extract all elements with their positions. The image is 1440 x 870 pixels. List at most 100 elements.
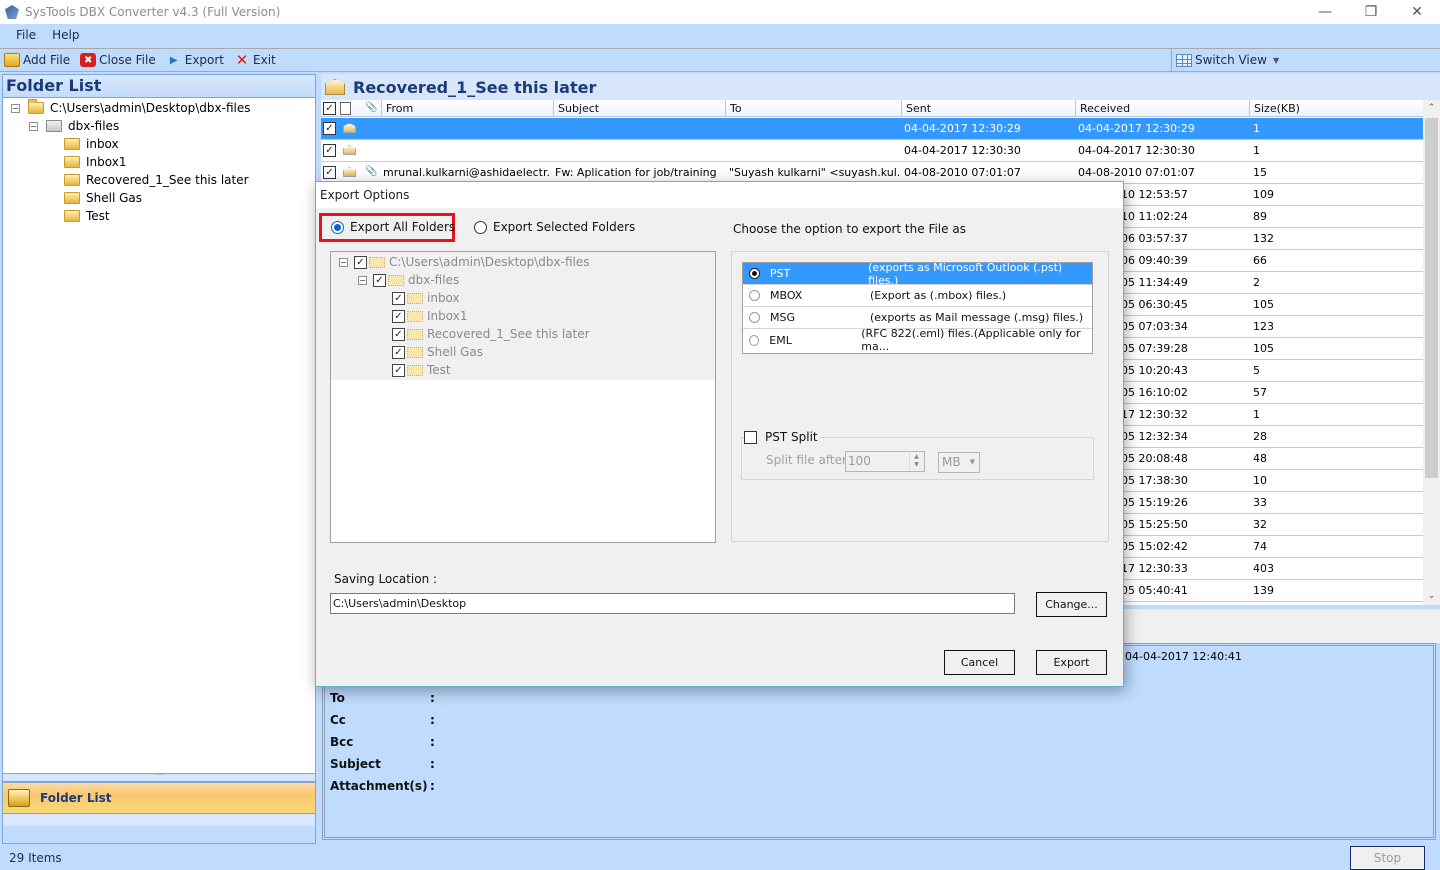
switch-view-button[interactable]: Switch View ▼	[1171, 49, 1279, 71]
cell-size: 139	[1253, 584, 1274, 597]
add-file-button[interactable]: Add File	[4, 53, 70, 67]
checkbox-checked[interactable]: ✓	[373, 273, 386, 287]
radio-selected-icon	[749, 268, 760, 279]
menu-file[interactable]: File	[16, 28, 36, 42]
stepper-arrows-icon[interactable]: ▲ ▼	[909, 453, 923, 470]
left-panel: Folder List − C:\Users\admin\Desktop\dbx…	[0, 74, 316, 844]
cancel-button[interactable]: Cancel	[944, 650, 1015, 675]
column-subject[interactable]: Subject	[553, 100, 725, 117]
folder-icon	[64, 138, 80, 150]
tree-node-label: Inbox1	[427, 309, 468, 323]
grid-header: ✓ 📎 From Subject To Sent Received Size(K…	[321, 100, 1423, 117]
export-tree-node-shell-gas[interactable]: ✓ Shell Gas	[392, 343, 483, 361]
select-all-checkbox[interactable]: ✓	[323, 102, 336, 115]
scroll-up-icon[interactable]: ⌃	[1423, 100, 1440, 117]
tree-node-inbox[interactable]: inbox	[64, 135, 119, 153]
export-selected-folders-radio[interactable]: Export Selected Folders	[474, 220, 635, 234]
format-option-mbox[interactable]: MBOX (Export as (.mbox) files.)	[743, 285, 1092, 307]
row-checkbox[interactable]: ✓	[323, 144, 336, 157]
checkbox-checked[interactable]: ✓	[392, 345, 405, 359]
collapse-icon[interactable]: −	[358, 275, 367, 285]
scrollbar-thumb[interactable]	[1425, 118, 1438, 478]
close-icon[interactable]: ✕	[1394, 0, 1440, 24]
change-location-button[interactable]: Change...	[1036, 592, 1107, 617]
folder-list-header: Folder List	[2, 74, 316, 98]
checkbox-checked[interactable]: ✓	[392, 291, 405, 305]
row-checkbox[interactable]: ✓	[323, 122, 336, 135]
cell-subject	[555, 118, 723, 139]
column-size[interactable]: Size(KB)	[1249, 100, 1423, 117]
panel-splitter[interactable]: ······	[2, 773, 316, 782]
checkbox-checked[interactable]: ✓	[354, 255, 367, 269]
preview-field-subject: Subject:	[330, 757, 435, 771]
close-file-button[interactable]: ✖ Close File	[80, 53, 156, 67]
mail-row[interactable]: ✓ 04-04-2017 12:30:30 04-04-2017 12:30:30 1	[321, 140, 1423, 162]
tree-node-dbx-files[interactable]: − dbx-files	[29, 117, 119, 135]
menu-help[interactable]: Help	[52, 28, 79, 42]
cell-size: 28	[1253, 430, 1267, 443]
collapse-icon[interactable]: −	[11, 103, 20, 113]
column-sent[interactable]: Sent	[901, 100, 1075, 117]
checkbox-checked[interactable]: ✓	[392, 327, 405, 341]
export-tree-node-recovered[interactable]: ✓ Recovered_1_See this later	[392, 325, 590, 343]
cell-size: 5	[1253, 364, 1260, 377]
collapse-icon[interactable]: −	[339, 257, 348, 267]
cell-size: 10	[1253, 474, 1267, 487]
tree-node-test[interactable]: Test	[64, 207, 110, 225]
collapse-icon[interactable]: −	[29, 121, 38, 131]
tree-node-recovered[interactable]: Recovered_1_See this later	[64, 171, 249, 189]
split-size-stepper[interactable]: 100 ▲ ▼	[845, 451, 925, 472]
column-received[interactable]: Received	[1075, 100, 1249, 117]
scroll-down-icon[interactable]: ⌄	[1423, 588, 1440, 605]
folder-list-nav-button[interactable]: Folder List	[2, 782, 316, 814]
export-tree-node-dbx-files[interactable]: − ✓ dbx-files	[358, 271, 459, 289]
export-tree-node-inbox[interactable]: ✓ inbox	[392, 289, 460, 307]
split-unit-value: MB	[942, 455, 961, 469]
tree-node-label: C:\Users\admin\Desktop\dbx-files	[50, 101, 251, 115]
preview-date-value: 04-04-2017 12:40:41	[1125, 650, 1242, 663]
tree-node-inbox1[interactable]: Inbox1	[64, 153, 126, 171]
format-description: (Export as (.mbox) files.)	[870, 289, 1007, 302]
folder-icon	[64, 192, 80, 204]
cell-from: mrunal.kulkarni@ashidaelectr...	[383, 166, 551, 179]
column-from[interactable]: From	[381, 100, 553, 117]
column-to[interactable]: To	[725, 100, 901, 117]
format-option-eml[interactable]: EML (RFC 822(.eml) files.(Applicable onl…	[743, 327, 1092, 353]
cell-size: 105	[1253, 342, 1274, 355]
export-all-folders-radio[interactable]: Export All Folders	[331, 220, 455, 234]
exit-button[interactable]: ✕ Exit	[234, 51, 276, 69]
checkbox-checked[interactable]: ✓	[392, 363, 405, 377]
format-list: PST (exports as Microsoft Outlook (.pst)…	[742, 261, 1093, 354]
saving-location-input[interactable]: C:\Users\admin\Desktop	[330, 593, 1015, 614]
pst-split-label: PST Split	[765, 430, 818, 444]
export-tree-node-root[interactable]: − ✓ C:\Users\admin\Desktop\dbx-files	[339, 253, 589, 271]
exit-label: Exit	[253, 53, 276, 67]
export-button[interactable]: Export	[1036, 650, 1107, 675]
tree-node-shell-gas[interactable]: Shell Gas	[64, 189, 142, 207]
tree-node-root[interactable]: − C:\Users\admin\Desktop\dbx-files	[11, 99, 250, 117]
restore-icon[interactable]: ❐	[1348, 0, 1394, 24]
status-bar: 29 Items Stop	[0, 844, 1440, 870]
export-toolbar-button[interactable]: ▶ Export	[166, 53, 224, 67]
mail-list-scrollbar[interactable]: ⌃ ⌄	[1423, 100, 1440, 605]
cell-sent: 04-04-2017 12:30:30	[904, 144, 1021, 157]
minimize-icon[interactable]: —	[1302, 0, 1348, 24]
mail-row[interactable]: ✓ 04-04-2017 12:30:29 04-04-2017 12:30:29 1	[321, 118, 1423, 140]
item-count: 29 Items	[9, 851, 62, 865]
cell-size: 1	[1253, 144, 1260, 157]
preview-field-to: To:	[330, 691, 435, 705]
stop-button[interactable]: Stop	[1350, 846, 1425, 870]
format-option-msg[interactable]: MSG (exports as Mail message (.msg) file…	[743, 307, 1092, 329]
checkbox-checked[interactable]: ✓	[392, 309, 405, 323]
pst-split-checkbox[interactable]: PST Split	[744, 430, 820, 444]
paperclip-icon: 📎	[365, 166, 378, 177]
tree-node-label: inbox	[86, 137, 119, 151]
export-tree-node-test[interactable]: ✓ Test	[392, 361, 451, 379]
split-unit-select[interactable]: MB ▼	[938, 452, 980, 473]
format-option-pst[interactable]: PST (exports as Microsoft Outlook (.pst)…	[743, 261, 1092, 287]
row-checkbox[interactable]: ✓	[323, 166, 336, 179]
cell-size: 66	[1253, 254, 1267, 267]
export-tree-node-inbox1[interactable]: ✓ Inbox1	[392, 307, 467, 325]
cell-size: 89	[1253, 210, 1267, 223]
tree-node-label: Shell Gas	[427, 345, 483, 359]
